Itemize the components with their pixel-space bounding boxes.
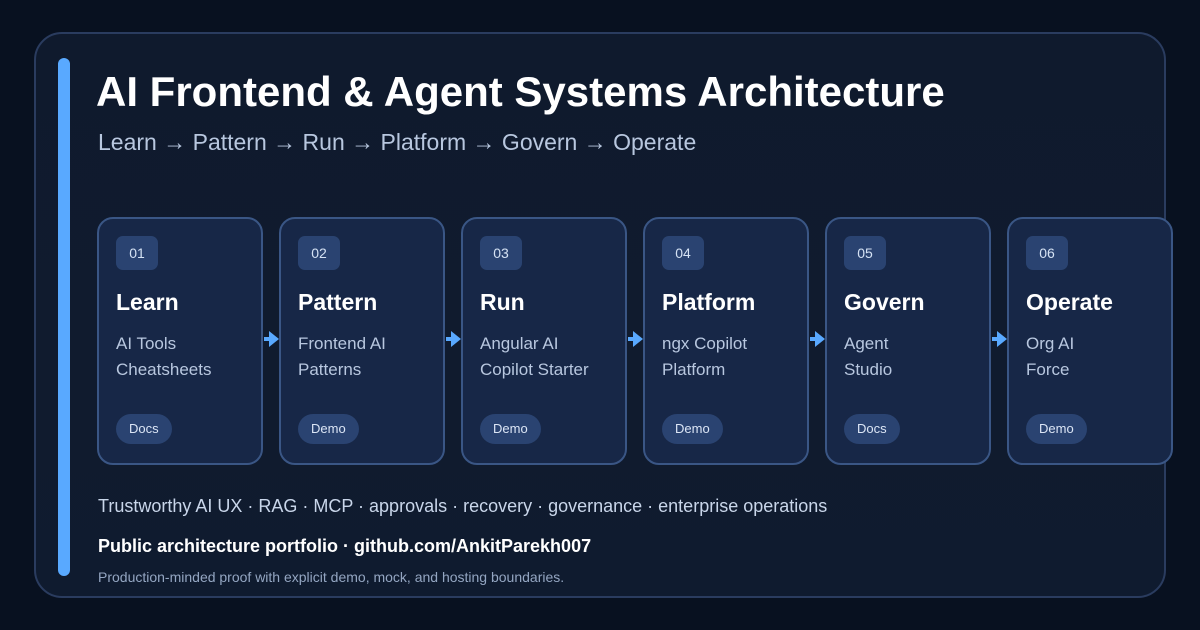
stage-description: Org AI Force [1026, 331, 1166, 383]
stage-title: Run [480, 289, 525, 315]
stage-card-run: 03 Run Angular AI Copilot Starter Demo [461, 217, 627, 465]
stage-card-platform: 04 Platform ngx Copilot Platform Demo [643, 217, 809, 465]
stage-number: 04 [662, 236, 704, 270]
stage-number: 02 [298, 236, 340, 270]
capabilities-tagline: Trustworthy AI UX · RAG · MCP · approval… [98, 496, 828, 516]
stage-description-line: Force [1026, 360, 1070, 379]
stage-description: Angular AI Copilot Starter [480, 331, 620, 383]
stage-description-line: AI Tools [116, 334, 177, 353]
stage-card-pattern: 02 Pattern Frontend AI Patterns Demo [279, 217, 445, 465]
arrow-right-icon [628, 331, 643, 347]
stage-number: 05 [844, 236, 886, 270]
stage-description-line: Angular AI [480, 334, 559, 353]
stage-description: Agent Studio [844, 331, 984, 383]
stage-description-line: Platform [662, 360, 726, 379]
stage-tag: Demo [480, 414, 541, 444]
stage-flow-subtitle: Learn → Pattern → Run → Platform → Gover… [98, 129, 697, 155]
stage-tag: Docs [844, 414, 900, 444]
stage-tag: Demo [298, 414, 359, 444]
stage-description-line: Frontend AI [298, 334, 386, 353]
stage-title: Platform [662, 289, 756, 315]
stage-description-line: Agent [844, 334, 889, 353]
architecture-card-frame: AI Frontend & Agent Systems Architecture… [34, 32, 1173, 598]
stage-number: 06 [1026, 236, 1068, 270]
stage-description-line: ngx Copilot [662, 334, 748, 353]
stage-description: ngx Copilot Platform [662, 331, 802, 383]
stage-description: Frontend AI Patterns [298, 331, 438, 383]
page-title: AI Frontend & Agent Systems Architecture [96, 68, 945, 115]
stage-title: Govern [844, 289, 925, 315]
stage-cards-row: 01 Learn AI Tools Cheatsheets Docs 02 Pa… [97, 217, 1173, 465]
stage-description-line: Org AI [1026, 334, 1075, 353]
stage-tag: Docs [116, 414, 172, 444]
stage-description-line: Copilot Starter [480, 360, 589, 379]
arrow-right-icon [446, 331, 461, 347]
stage-card-govern: 05 Govern Agent Studio Docs [825, 217, 991, 465]
portfolio-link-text: Public architecture portfolio · github.c… [98, 536, 592, 556]
stage-title: Pattern [298, 289, 378, 315]
stage-card-learn: 01 Learn AI Tools Cheatsheets Docs [97, 217, 263, 465]
arrow-right-icon [992, 331, 1007, 347]
stage-number: 01 [116, 236, 158, 270]
stage-description-line: Cheatsheets [116, 360, 212, 379]
stage-tag: Demo [662, 414, 723, 444]
accent-bar [58, 58, 70, 576]
stage-description-line: Patterns [298, 360, 362, 379]
stage-description: AI Tools Cheatsheets [116, 331, 256, 383]
stage-number: 03 [480, 236, 522, 270]
arrow-right-icon [810, 331, 825, 347]
stage-card-operate: 06 Operate Org AI Force Demo [1007, 217, 1173, 465]
footnote: Production-minded proof with explicit de… [98, 569, 565, 585]
stage-title: Operate [1026, 289, 1113, 315]
arrow-right-icon [264, 331, 279, 347]
stage-description-line: Studio [844, 360, 893, 379]
stage-tag: Demo [1026, 414, 1087, 444]
stage-title: Learn [116, 289, 179, 315]
